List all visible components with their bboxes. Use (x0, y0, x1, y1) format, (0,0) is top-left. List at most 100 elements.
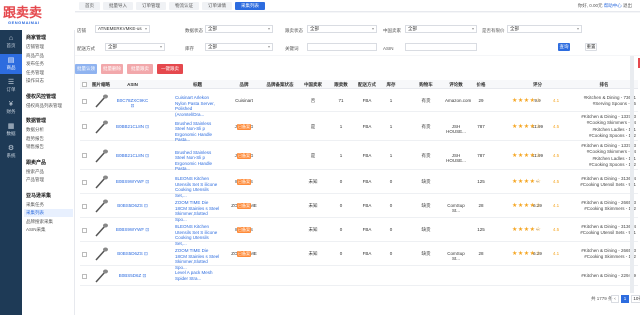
asin-link[interactable]: B0BB21CL8N ⊡ (115, 124, 150, 130)
product-thumbnail[interactable] (93, 147, 109, 165)
product-title-link[interactable]: Level A pack Mesh Spider Stra... (175, 270, 220, 281)
filter-select[interactable]: 全部 ▾ (507, 25, 582, 33)
tab-4[interactable]: 订单详情 (202, 2, 232, 10)
tab-0[interactable]: 首页 (79, 2, 100, 10)
product-thumbnail[interactable] (93, 245, 109, 263)
sidebar-item[interactable]: 侵权商品列表管理 (24, 102, 73, 110)
filter-select[interactable]: ATNEMERKVMKE-us ▾ (95, 25, 150, 33)
sidebar-item[interactable]: 搜索产品 (24, 168, 73, 176)
asin-link[interactable]: B0BS5D6Z ⊡ (115, 273, 150, 279)
iconbar-item-1[interactable]: ▤ 商品 (0, 54, 22, 74)
sidebar-item[interactable]: 操作日志 (24, 77, 73, 85)
filter-label: 数据状态 (185, 28, 203, 33)
asin-link[interactable]: B0BB21CL8N ⊡ (115, 153, 150, 159)
table-row[interactable]: B0BB21CL8N ⊡ Brushed Stainless Steel Non-… (80, 112, 638, 143)
sidebar-item[interactable]: 产品管理 (24, 176, 73, 184)
iconbar-item-3[interactable]: ¥ 财务 (0, 98, 22, 118)
product-thumbnail[interactable] (93, 267, 109, 285)
asin-link[interactable]: B0BS9WYWF ⊡ (115, 227, 150, 233)
action-button-1[interactable]: 批量删除 (101, 64, 123, 74)
rating-score: 4.5 (552, 179, 560, 184)
product-thumbnail[interactable] (93, 92, 109, 110)
sidebar-item[interactable]: 销售报告 (24, 143, 73, 151)
iconbar-glyph-icon: ▤ (7, 57, 15, 64)
row-checkbox[interactable] (82, 124, 87, 129)
tab-2[interactable]: 订单管理 (136, 2, 166, 10)
asin-link[interactable]: B0BS5D6ZS ⊡ (115, 203, 150, 209)
product-thumbnail[interactable] (93, 197, 109, 215)
iconbar-item-2[interactable]: ☰ 订单 (0, 76, 22, 96)
filter-input[interactable] (307, 43, 377, 51)
table-row[interactable]: B0BB21CL8N ⊡ Brushed Stainless Steel Non-… (80, 141, 638, 172)
sidebar-item[interactable]: 发布任务 (24, 60, 73, 68)
filter-label: 库存 (185, 46, 194, 51)
filter-value: 全部 (208, 44, 217, 49)
product-thumbnail[interactable] (93, 173, 109, 191)
reset-button[interactable]: 重置 (585, 43, 597, 51)
table-row[interactable]: B0BS9WYWF ⊡ 8LEONS Kitchen Utensils Set S… (80, 170, 638, 198)
total-count: 共 1779 条 (591, 296, 613, 301)
iconbar-item-4[interactable]: ▦ 数据 (0, 120, 22, 140)
filter-select[interactable]: 全部 ▾ (205, 43, 273, 51)
sidebar-item[interactable]: ASIN采集 (24, 226, 73, 234)
product-title-link[interactable]: Brushed Stainless Steel Non-Sli p Ergono… (175, 150, 220, 172)
sidebar-item[interactable]: 数据分析 (24, 126, 73, 134)
sidebar-item[interactable]: 趋势报告 (24, 135, 73, 143)
row-checkbox[interactable] (82, 98, 87, 104)
column-header: 库存 (386, 82, 396, 87)
asin-link[interactable]: B0C78ZXC9KC ⊡ (115, 98, 150, 109)
buybox-seller: JSH HOUSE... (446, 123, 466, 134)
tab-3[interactable]: 物流认证 (169, 2, 199, 10)
sidebar-item[interactable]: 商品产品 (24, 52, 73, 60)
row-checkbox[interactable] (82, 227, 87, 233)
action-button-2[interactable]: 批量跟卖 (127, 64, 153, 74)
logo[interactable]: 跟卖卖 GENGMAIMAI (0, 0, 75, 30)
tab-5[interactable]: 采集列表 (235, 2, 265, 10)
row-checkbox[interactable] (82, 153, 87, 158)
iconbar-item-0[interactable]: ⌂ 首页 (0, 32, 22, 52)
filter-input[interactable] (405, 43, 477, 51)
action-button-0[interactable]: 批量认领 (75, 64, 97, 74)
chevron-down-icon: ▾ (371, 26, 374, 31)
filter-select[interactable]: 全部 ▾ (205, 25, 273, 33)
row-checkbox[interactable] (82, 203, 87, 209)
filter-value: ATNEMERKVMKE-us (98, 26, 142, 31)
search-button[interactable]: 查询 (558, 43, 570, 51)
action-button-3[interactable]: 一键跟卖 (157, 64, 183, 74)
page-size-select[interactable]: 10条/页 (631, 295, 640, 303)
sidebar-item[interactable]: 店铺管理 (24, 43, 73, 51)
filter-select[interactable]: 全部 ▾ (307, 25, 377, 33)
page-1-button[interactable]: 1 (621, 295, 629, 303)
iconbar-item-5[interactable]: ⚙ 系统 (0, 142, 22, 162)
column-header: 配送方式 (358, 82, 376, 87)
row-checkbox[interactable] (82, 273, 87, 279)
filter-select[interactable]: 全部 ▾ (105, 43, 165, 51)
logout-link[interactable]: 退出 (623, 3, 632, 8)
help-center-link[interactable]: 帮助中心 (604, 3, 622, 8)
rank-entry: #Kitchen & Dining - 229459 (581, 272, 636, 278)
sidebar-item[interactable]: 采集任务 (24, 201, 73, 209)
sidebar-item[interactable]: 品牌搜索采集 (24, 218, 73, 226)
table-row[interactable]: B0BS5D6ZS ⊡ ZOOM TIME Die 18CM Stainles s… (80, 194, 638, 222)
sellers-count: 71 (338, 98, 344, 103)
tab-1[interactable]: 批量导入 (103, 2, 133, 10)
row-checkbox[interactable] (82, 251, 87, 257)
asin-link[interactable]: B0BS5D6ZS ⊡ (115, 251, 150, 257)
scrollbar[interactable] (630, 56, 634, 293)
page-prev-button[interactable]: ‹ (611, 295, 619, 303)
table-row[interactable]: B0C78ZXC9KC ⊡ Cuisinart Arlekon Nylon Pas… (80, 90, 638, 117)
table-row[interactable]: B0BS5D6ZS ⊡ ZOOM TIME Die 18CM Stainles s… (80, 242, 638, 270)
table-row[interactable]: B0BS9WYWF ⊡ 8LEONS Kitchen Utensils Set S… (80, 218, 638, 246)
iconbar-label: 系统 (6, 153, 16, 158)
product-thumbnail[interactable] (93, 221, 109, 239)
sidebar-item[interactable]: 任务管理 (24, 69, 73, 77)
product-title-link[interactable]: Brushed Stainless Steel Non-Sli p Ergono… (175, 121, 220, 143)
asin-link[interactable]: B0BS9WYWF ⊡ (115, 179, 150, 185)
filter-select[interactable]: 全部 ▾ (405, 25, 477, 33)
row-checkbox[interactable] (82, 179, 87, 185)
sidebar-item[interactable]: 采集列表 (24, 209, 73, 217)
select-all-checkbox[interactable] (82, 82, 87, 87)
product-thumbnail[interactable] (93, 118, 109, 136)
rank-entry: #Cooking Spoons - 152 (588, 133, 636, 138)
table-row[interactable]: B0BS5D6Z ⊡ Level A pack Mesh Spider Stra.… (80, 266, 638, 286)
